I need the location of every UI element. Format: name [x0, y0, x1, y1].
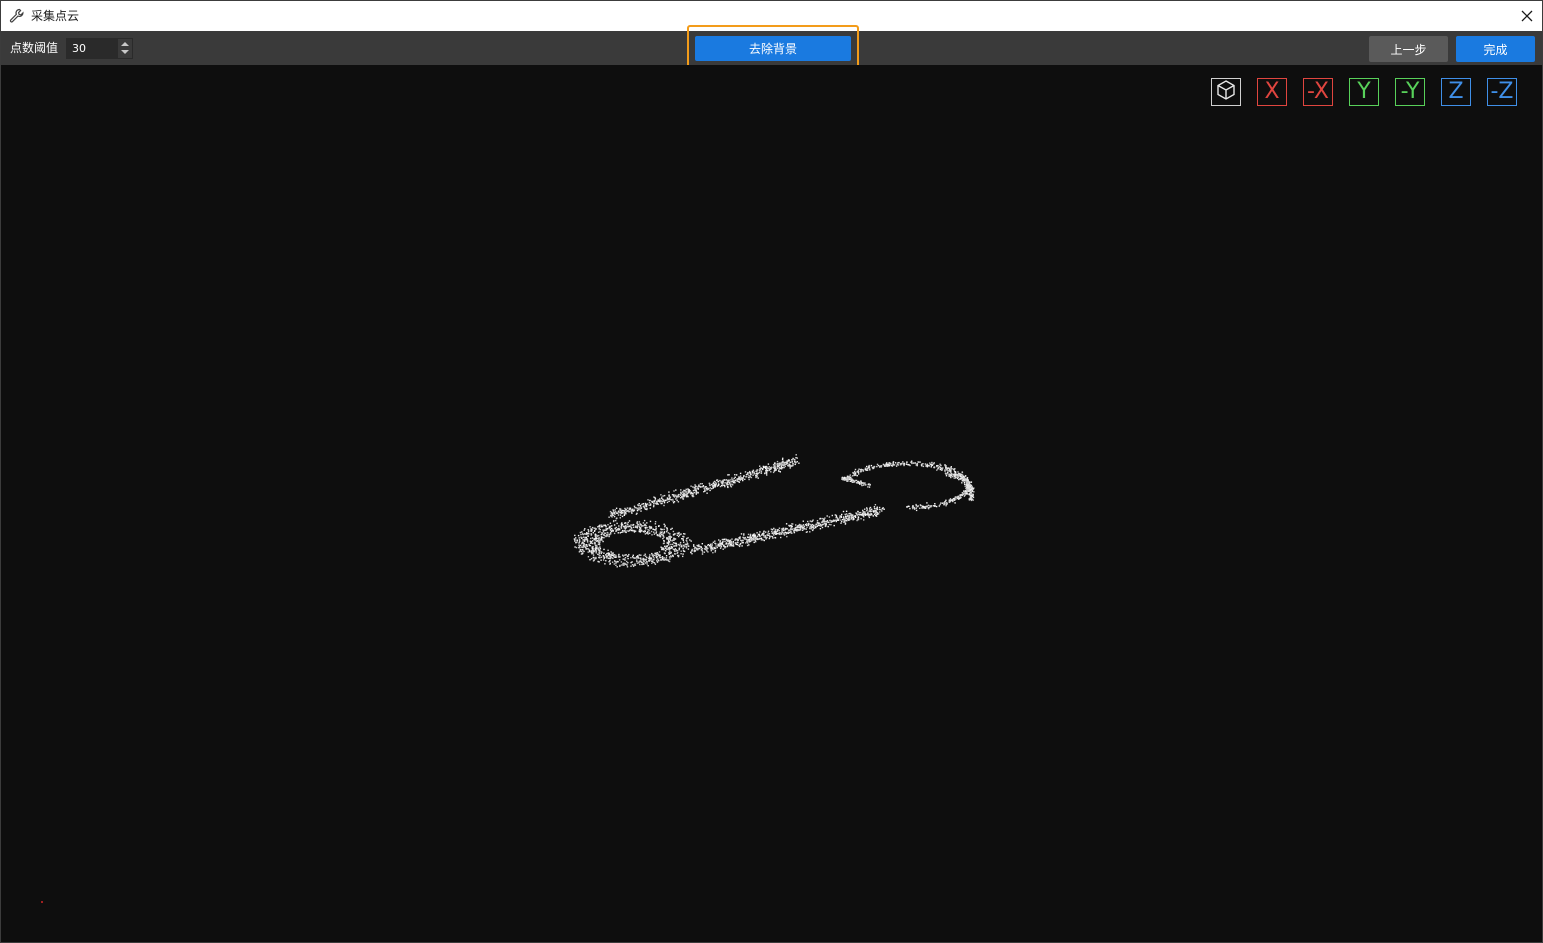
- view-neg-y-button[interactable]: -Y: [1395, 78, 1425, 106]
- view-neg-z-button[interactable]: -Z: [1487, 78, 1517, 106]
- view-neg-x-button[interactable]: -X: [1303, 78, 1333, 106]
- point-threshold-label: 点数阈值: [10, 41, 59, 55]
- view-z-button[interactable]: Z: [1441, 78, 1471, 106]
- spin-up-arrow-icon[interactable]: [121, 42, 129, 46]
- spinbox-arrows: [118, 39, 132, 58]
- close-icon: [1521, 7, 1533, 26]
- cube-icon: [1214, 78, 1238, 107]
- point-cloud-viewport[interactable]: X -X Y -Y Z -Z: [1, 65, 1542, 942]
- close-button[interactable]: [1512, 1, 1542, 31]
- origin-marker: [41, 901, 43, 903]
- view-x-button[interactable]: X: [1257, 78, 1287, 106]
- view-isometric-button[interactable]: [1211, 78, 1241, 106]
- point-threshold-spinbox[interactable]: 30: [66, 38, 133, 59]
- point-threshold-value[interactable]: 30: [72, 42, 86, 56]
- spin-down-arrow-icon[interactable]: [121, 50, 129, 54]
- view-y-button[interactable]: Y: [1349, 78, 1379, 106]
- point-cloud: [573, 454, 975, 568]
- wrench-icon: [9, 8, 25, 24]
- window-title: 采集点云: [31, 9, 80, 23]
- finish-button[interactable]: 完成: [1456, 36, 1535, 62]
- previous-step-button[interactable]: 上一步: [1369, 36, 1448, 62]
- capture-point-cloud-window: 采集点云 点数阈值 30 去除背景 上一步 完成 X -X Y -Y Z -Z: [0, 0, 1543, 943]
